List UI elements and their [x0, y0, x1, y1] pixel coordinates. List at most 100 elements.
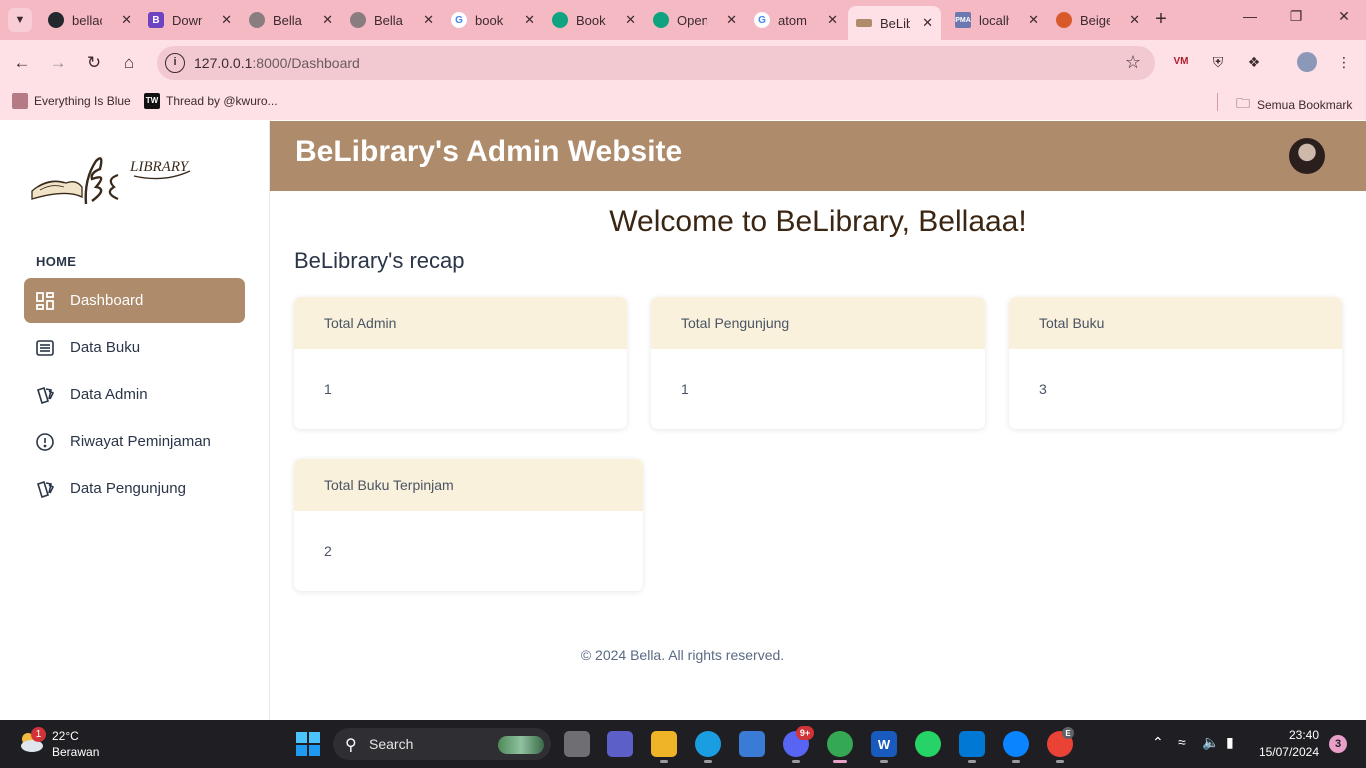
running-indicator: [704, 760, 712, 763]
extensions-puzzle-icon[interactable]: ❖: [1244, 52, 1264, 72]
alert-circle-icon: [35, 432, 55, 452]
user-avatar[interactable]: [1289, 138, 1325, 174]
browser-toolbar: ← → ↻ ⌂ i 127.0.0.1:8000/Dashboard ☆ VM …: [0, 40, 1366, 86]
browser-tab[interactable]: Book ✕: [544, 6, 644, 34]
sidebar-item-data-admin[interactable]: Data Admin: [24, 372, 245, 417]
running-indicator: [660, 760, 668, 763]
search-highlight-icon: [498, 736, 544, 754]
globe-icon: [249, 12, 265, 28]
volume-icon[interactable]: 🔈: [1202, 734, 1219, 751]
browser-tab[interactable]: B Down ✕: [140, 6, 240, 34]
edge-icon[interactable]: [695, 731, 721, 757]
wifi-icon[interactable]: ≈: [1178, 734, 1186, 750]
browser-tab[interactable]: bellac ✕: [40, 6, 140, 34]
close-icon[interactable]: ✕: [322, 12, 333, 28]
github-icon: [48, 12, 64, 28]
sidebar-item-data-buku[interactable]: Data Buku: [24, 325, 245, 370]
close-icon[interactable]: ✕: [524, 12, 535, 28]
browser-tab[interactable]: G book ✕: [443, 6, 543, 34]
close-icon[interactable]: ✕: [423, 12, 434, 28]
browser-tab[interactable]: Beige ✕: [1048, 6, 1148, 34]
close-icon[interactable]: ✕: [121, 12, 132, 28]
mask-icon: [1056, 12, 1072, 28]
vm-extension-icon[interactable]: VM: [1171, 52, 1191, 72]
close-icon[interactable]: ✕: [221, 12, 232, 28]
close-icon[interactable]: ✕: [726, 12, 737, 28]
browser-tab[interactable]: PMA localh ✕: [947, 6, 1047, 34]
search-icon: ⚲: [345, 737, 357, 754]
battery-icon[interactable]: ▮: [1226, 734, 1234, 751]
browser-tab[interactable]: Bella ✕: [342, 6, 442, 34]
running-indicator: [968, 760, 976, 763]
app-icon[interactable]: [1003, 731, 1029, 757]
taskbar-search[interactable]: ⚲ Search: [333, 728, 551, 760]
bookmark-item[interactable]: TW Thread by @kwuro...: [144, 93, 278, 109]
stat-card-title: Total Admin: [294, 297, 627, 349]
url-text[interactable]: 127.0.0.1:8000/Dashboard: [194, 55, 360, 71]
chrome-icon[interactable]: [827, 731, 853, 757]
whatsapp-icon[interactable]: [915, 731, 941, 757]
weather-temperature[interactable]: 22°C: [52, 729, 79, 743]
browser-tab[interactable]: Open ✕: [645, 6, 745, 34]
site-info-icon[interactable]: i: [165, 53, 185, 73]
chevron-down-icon: ▼: [14, 14, 26, 26]
notification-badge[interactable]: 3: [1329, 735, 1347, 753]
minimize-icon[interactable]: —: [1240, 8, 1260, 24]
close-window-icon[interactable]: ✕: [1334, 8, 1354, 25]
running-indicator: [792, 760, 800, 763]
all-bookmarks-folder[interactable]: 🗀 Semua Bookmark: [1236, 93, 1352, 117]
restore-icon[interactable]: ❐: [1286, 8, 1306, 25]
tab-search-button[interactable]: ▼: [8, 8, 32, 32]
browser-tab[interactable]: G atom ✕: [746, 6, 846, 34]
forward-icon[interactable]: →: [47, 52, 69, 74]
profile-avatar-icon[interactable]: [1297, 52, 1317, 72]
address-bar[interactable]: i 127.0.0.1:8000/Dashboard ☆: [157, 46, 1155, 80]
word-icon[interactable]: W: [871, 731, 897, 757]
vscode-icon[interactable]: [959, 731, 985, 757]
stat-card-title: Total Buku: [1009, 297, 1342, 349]
weather-description[interactable]: Berawan: [52, 745, 99, 759]
windows-start-icon[interactable]: [296, 732, 320, 756]
google-icon: G: [451, 12, 467, 28]
bookmark-item[interactable]: Everything Is Blue: [12, 93, 131, 109]
page-header: BeLibrary's Admin Website: [270, 121, 1366, 191]
svg-text:LIBRARY: LIBRARY: [129, 159, 190, 175]
chevron-up-icon[interactable]: ⌃: [1152, 734, 1164, 751]
openai-icon: [552, 12, 568, 28]
task-view-icon[interactable]: [564, 731, 590, 757]
stat-card-total-buku-terpinjam: Total Buku Terpinjam 2: [294, 459, 643, 591]
browser-tab[interactable]: Bella ✕: [241, 6, 341, 34]
tw-favicon-icon: TW: [144, 93, 160, 109]
clock-time[interactable]: 23:40: [1271, 728, 1319, 742]
browser-tab-strip: ▼ bellac ✕ B Down ✕ Bella ✕ Bella ✕ G bo…: [0, 0, 1366, 40]
stat-card-title: Total Pengunjung: [651, 297, 985, 349]
sidebar-item-riwayat-peminjaman[interactable]: Riwayat Peminjaman: [24, 419, 245, 464]
close-icon[interactable]: ✕: [1028, 12, 1039, 28]
teams-meet-icon[interactable]: [607, 731, 633, 757]
sidebar-item-dashboard[interactable]: Dashboard: [24, 278, 245, 323]
sidebar: LIBRARY HOME Dashboard Data Buku Data Ad…: [0, 121, 270, 720]
back-icon[interactable]: ←: [11, 52, 33, 74]
reload-icon[interactable]: ↻: [83, 52, 105, 74]
home-icon[interactable]: ⌂: [118, 52, 140, 74]
close-icon[interactable]: ✕: [625, 12, 636, 28]
weather-badge: 1: [31, 727, 46, 742]
close-icon[interactable]: ✕: [922, 15, 933, 31]
browser-tab-active[interactable]: BeLib ✕: [848, 6, 941, 40]
menu-kebab-icon[interactable]: ⋮: [1334, 52, 1354, 72]
bookmarks-separator: [1217, 93, 1218, 111]
close-icon[interactable]: ✕: [1129, 12, 1140, 28]
shield-extension-icon[interactable]: ⛨: [1208, 52, 1228, 72]
bookmark-star-icon[interactable]: ☆: [1125, 52, 1141, 73]
close-icon[interactable]: ✕: [827, 12, 838, 28]
belibrary-logo[interactable]: LIBRARY: [30, 149, 200, 209]
microsoft-store-icon[interactable]: [739, 731, 765, 757]
file-explorer-icon[interactable]: [651, 731, 677, 757]
sidebar-item-label: Data Admin: [70, 386, 148, 403]
new-tab-button[interactable]: +: [1150, 8, 1172, 30]
clock-date[interactable]: 15/07/2024: [1255, 745, 1319, 759]
openai-icon: [653, 12, 669, 28]
chrome-profile-badge: E: [1062, 727, 1074, 739]
sidebar-item-data-pengunjung[interactable]: Data Pengunjung: [24, 466, 245, 511]
site-title: BeLibrary's Admin Website: [295, 135, 683, 168]
